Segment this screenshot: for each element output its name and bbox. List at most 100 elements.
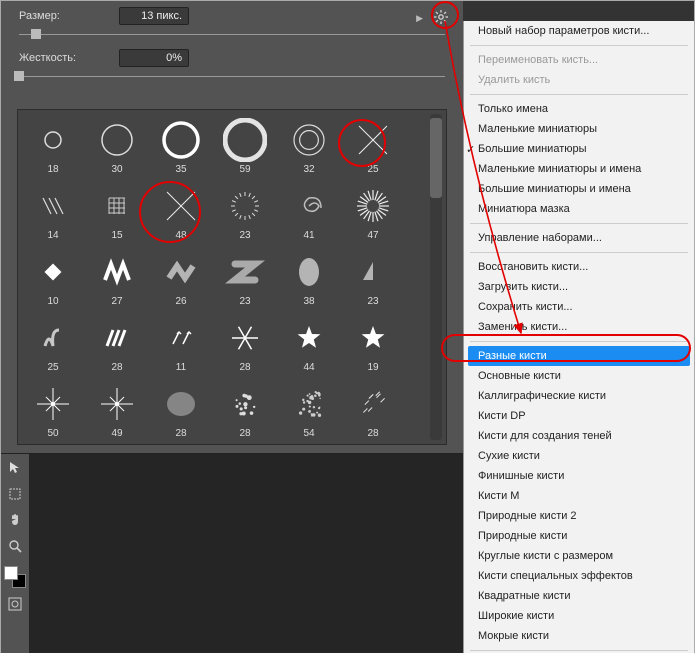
- brush-scrollbar[interactable]: [430, 114, 442, 440]
- brush-size-label: 14: [47, 230, 58, 241]
- dropdown-arrow-icon[interactable]: ▶: [416, 13, 423, 24]
- menu-item[interactable]: Финишные кисти: [464, 466, 694, 486]
- gear-icon[interactable]: [431, 7, 451, 27]
- foreground-swatch[interactable]: [4, 566, 18, 580]
- brush-preset[interactable]: 35: [150, 114, 212, 178]
- brush-thumb-icon: [95, 184, 139, 228]
- brush-preset[interactable]: 26: [150, 246, 212, 310]
- menu-item[interactable]: Только имена: [464, 99, 694, 119]
- brush-thumb-icon: [287, 250, 331, 294]
- menu-item[interactable]: Сухие кисти: [464, 446, 694, 466]
- menu-item[interactable]: ✓Большие миниатюры: [464, 139, 694, 159]
- menu-item-label: Природные кисти 2: [478, 510, 577, 522]
- menu-item[interactable]: Природные кисти: [464, 526, 694, 546]
- menu-item-label: Кисти DP: [478, 410, 526, 422]
- brush-preset[interactable]: 27: [86, 246, 148, 310]
- brush-thumb-icon: [351, 316, 395, 360]
- menu-item[interactable]: Кисти M: [464, 486, 694, 506]
- menu-item[interactable]: Большие миниатюры и имена: [464, 179, 694, 199]
- menu-item[interactable]: Маленькие миниатюры и имена: [464, 159, 694, 179]
- tools-strip: [1, 454, 29, 653]
- brush-preset[interactable]: 23: [214, 180, 276, 244]
- arrow-cursor-icon[interactable]: [5, 458, 25, 478]
- size-slider[interactable]: [19, 29, 445, 37]
- zoom-icon[interactable]: [5, 536, 25, 556]
- brush-preset[interactable]: 28: [86, 312, 148, 376]
- canvas[interactable]: [29, 454, 463, 653]
- menu-item[interactable]: Квадратные кисти: [464, 586, 694, 606]
- menu-item-label: Финишные кисти: [478, 470, 564, 482]
- menu-item[interactable]: Кисти специальных эффектов: [464, 566, 694, 586]
- menu-item[interactable]: Новый набор параметров кисти...: [464, 21, 694, 41]
- brush-size-label: 38: [303, 296, 314, 307]
- menu-item[interactable]: Кисти DP: [464, 406, 694, 426]
- brush-preset[interactable]: 28: [342, 378, 404, 440]
- brush-preset[interactable]: 28: [214, 378, 276, 440]
- menu-item[interactable]: Основные кисти: [464, 366, 694, 386]
- menu-item[interactable]: Разные кисти: [468, 346, 690, 366]
- menu-item[interactable]: Управление наборами...: [464, 228, 694, 248]
- menu-item[interactable]: Мокрые кисти: [464, 626, 694, 646]
- brush-preset[interactable]: 30: [86, 114, 148, 178]
- brush-preset[interactable]: 48: [150, 180, 212, 244]
- brush-thumb-icon: [95, 316, 139, 360]
- menu-item[interactable]: Заменить кисти...: [464, 317, 694, 337]
- brush-preset[interactable]: 32: [278, 114, 340, 178]
- marquee-icon[interactable]: [5, 484, 25, 504]
- menu-item: Удалить кисть: [464, 70, 694, 90]
- brush-thumb-icon: [31, 316, 75, 360]
- brush-preset[interactable]: 11: [150, 312, 212, 376]
- brush-thumb-icon: [351, 184, 395, 228]
- brush-size-label: 23: [239, 296, 250, 307]
- brush-thumb-icon: [159, 382, 203, 426]
- brush-preset[interactable]: 19: [342, 312, 404, 376]
- brush-preset[interactable]: 14: [22, 180, 84, 244]
- hardness-value[interactable]: 0%: [119, 49, 189, 67]
- menu-item[interactable]: Миниатюра мазка: [464, 199, 694, 219]
- brush-preset[interactable]: 41: [278, 180, 340, 244]
- brush-preset[interactable]: 50: [22, 378, 84, 440]
- brush-preset[interactable]: 23: [214, 246, 276, 310]
- menu-item-label: Управление наборами...: [478, 232, 602, 244]
- brush-preset[interactable]: 38: [278, 246, 340, 310]
- color-swatches[interactable]: [4, 566, 26, 588]
- menu-item[interactable]: Каллиграфические кисти: [464, 386, 694, 406]
- brush-preset[interactable]: 59: [214, 114, 276, 178]
- brush-preset[interactable]: 49: [86, 378, 148, 440]
- size-label: Размер:: [19, 10, 109, 22]
- brush-thumb-icon: [159, 184, 203, 228]
- hand-icon[interactable]: [5, 510, 25, 530]
- scroll-thumb[interactable]: [430, 118, 442, 198]
- brush-preset[interactable]: 15: [86, 180, 148, 244]
- brush-preset[interactable]: 47: [342, 180, 404, 244]
- menu-item[interactable]: Широкие кисти: [464, 606, 694, 626]
- menu-item[interactable]: Маленькие миниатюры: [464, 119, 694, 139]
- size-value[interactable]: 13 пикс.: [119, 7, 189, 25]
- brush-preset[interactable]: 28: [150, 378, 212, 440]
- mask-mode-icon[interactable]: [5, 594, 25, 614]
- brush-preset[interactable]: 54: [278, 378, 340, 440]
- brush-size-label: 28: [175, 428, 186, 439]
- brush-preset[interactable]: 28: [214, 312, 276, 376]
- brush-preset[interactable]: 44: [278, 312, 340, 376]
- menu-item[interactable]: Природные кисти 2: [464, 506, 694, 526]
- brush-thumb-icon: [95, 250, 139, 294]
- brush-size-label: 26: [175, 296, 186, 307]
- brush-preset[interactable]: 25: [342, 114, 404, 178]
- menu-item[interactable]: Загрузить кисти...: [464, 277, 694, 297]
- menu-item[interactable]: Кисти для создания теней: [464, 426, 694, 446]
- brush-preset[interactable]: 18: [22, 114, 84, 178]
- menu-item[interactable]: Сохранить кисти...: [464, 297, 694, 317]
- hardness-slider[interactable]: [19, 71, 445, 79]
- brush-thumb-icon: [95, 118, 139, 162]
- menu-separator: [470, 252, 688, 253]
- brush-preset[interactable]: 23: [342, 246, 404, 310]
- brush-preset[interactable]: 10: [22, 246, 84, 310]
- brush-preset[interactable]: 25: [22, 312, 84, 376]
- brush-thumb-icon: [287, 184, 331, 228]
- brush-size-label: 15: [111, 230, 122, 241]
- menu-item[interactable]: Круглые кисти с размером: [464, 546, 694, 566]
- menu-item-label: Квадратные кисти: [478, 590, 571, 602]
- menu-item[interactable]: Восстановить кисти...: [464, 257, 694, 277]
- brush-size-label: 47: [367, 230, 378, 241]
